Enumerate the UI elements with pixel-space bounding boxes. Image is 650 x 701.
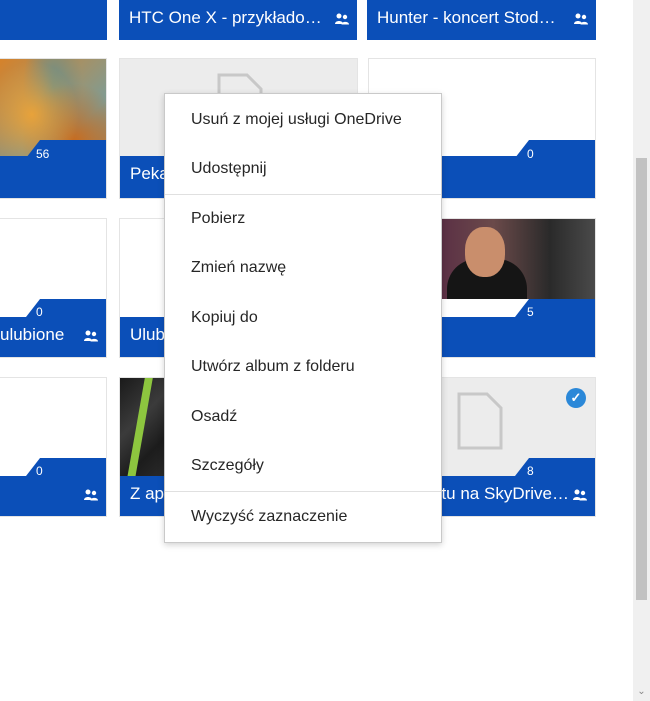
- shared-people-icon: [573, 489, 587, 501]
- menu-item-create-album[interactable]: Utwórz album z folderu: [165, 342, 441, 391]
- folder-band: ulubione: [0, 317, 106, 357]
- folder-tile-row3-left[interactable]: 0: [0, 377, 107, 517]
- folder-tile-hunter[interactable]: Hunter - koncert Stod…: [367, 0, 596, 40]
- shared-people-icon: [335, 13, 349, 25]
- menu-item-rename[interactable]: Zmień nazwę: [165, 243, 441, 292]
- shared-people-icon: [84, 489, 98, 501]
- folder-name: tu na SkyDrive…: [441, 484, 569, 503]
- item-count: 0: [36, 305, 43, 319]
- folder-name: Ulub: [130, 325, 165, 344]
- shared-people-icon: [84, 330, 98, 342]
- folder-band: [0, 476, 106, 516]
- menu-item-embed[interactable]: Osadź: [165, 392, 441, 441]
- folder-tile-autumn[interactable]: 56: [0, 58, 107, 199]
- menu-item-copy-to[interactable]: Kopiuj do: [165, 293, 441, 342]
- folder-name: HTC One X - przykłado…: [129, 8, 322, 27]
- folder-name: Z ap: [130, 484, 165, 503]
- folder-tile-htc[interactable]: HTC One X - przykłado…: [119, 0, 357, 40]
- folder-name: Peka: [130, 164, 169, 183]
- item-count: 8: [527, 464, 534, 478]
- context-menu: Usuń z mojej usługi OneDrive Udostępnij …: [164, 93, 442, 543]
- document-icon: [457, 392, 503, 450]
- menu-item-share[interactable]: Udostępnij: [165, 144, 441, 193]
- folder-name: Hunter - koncert Stod…: [377, 8, 556, 27]
- menu-item-remove[interactable]: Usuń z mojej usługi OneDrive: [165, 95, 441, 144]
- checkmark-icon[interactable]: ✓: [566, 388, 586, 408]
- scroll-down-arrow-icon[interactable]: ⌄: [636, 686, 647, 697]
- folder-thumbnail: [120, 378, 170, 478]
- menu-item-clear-selection[interactable]: Wyczyść zaznaczenie: [165, 492, 441, 541]
- scrollbar-thumb[interactable]: [636, 158, 647, 600]
- folder-tile-ulubione[interactable]: ulubione 0: [0, 218, 107, 358]
- item-count: 5: [527, 305, 534, 319]
- item-count: 0: [36, 464, 43, 478]
- folder-tile-top-left[interactable]: [0, 0, 107, 40]
- item-count: 56: [36, 147, 50, 161]
- item-count: 0: [527, 147, 534, 161]
- menu-item-download[interactable]: Pobierz: [165, 194, 441, 243]
- shared-people-icon: [574, 13, 588, 25]
- menu-item-details[interactable]: Szczegóły: [165, 441, 441, 490]
- folder-band: [0, 156, 106, 198]
- folder-name: ulubione: [0, 325, 65, 344]
